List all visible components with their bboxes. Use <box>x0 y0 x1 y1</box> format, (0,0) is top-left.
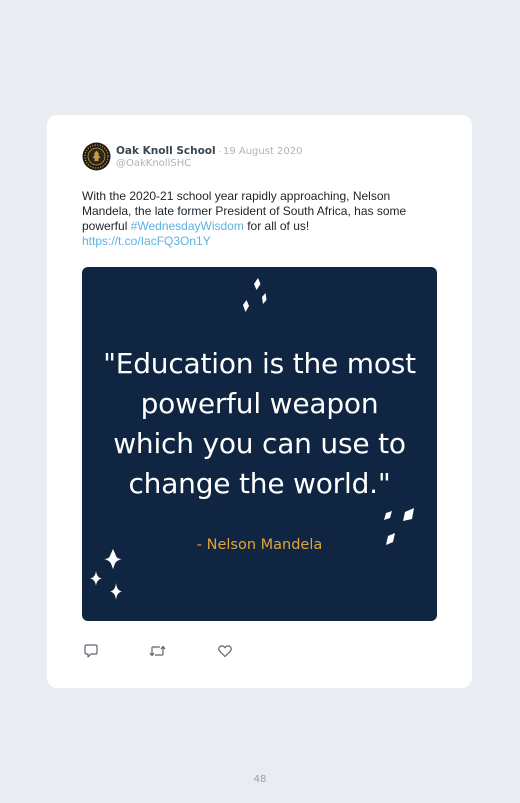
heart-icon <box>218 645 232 658</box>
school-seal-logo <box>82 142 111 171</box>
separator-dot: · <box>218 146 222 157</box>
tweet-actions <box>83 643 243 659</box>
avatar[interactable] <box>82 142 111 171</box>
tweet-date[interactable]: 19 August 2020 <box>223 146 303 157</box>
sparkle-icon <box>384 508 414 545</box>
tweet-text-end: for all of us! <box>243 219 310 233</box>
sparkle-icon <box>90 549 122 600</box>
hashtag-link[interactable]: #WednesdayWisdom <box>131 219 244 233</box>
sparkle-icon <box>243 278 267 312</box>
retweet-button[interactable] <box>149 643 166 659</box>
tweet-url-link[interactable]: https://t.co/IacFQ3On1Y <box>82 234 211 248</box>
retweet-icon <box>149 645 166 657</box>
author-handle[interactable]: @OakKnollSHC <box>116 158 191 170</box>
quote-image[interactable]: "Education is the most powerful weapon w… <box>82 267 437 621</box>
tweet-card: Oak Knoll School ·19 August 2020 @OakKnol… <box>47 115 472 688</box>
tweet-header: Oak Knoll School ·19 August 2020 @OakKnol… <box>82 142 442 174</box>
reply-button[interactable] <box>83 643 100 659</box>
author-line: Oak Knoll School ·19 August 2020 <box>116 145 303 158</box>
reply-icon <box>84 644 98 658</box>
like-button[interactable] <box>217 643 234 659</box>
quote-text: "Education is the most powerful weapon w… <box>103 347 416 500</box>
page-number: 48 <box>253 774 267 785</box>
author-name[interactable]: Oak Knoll School <box>116 145 216 157</box>
tweet-text: With the 2020-21 school year rapidly app… <box>82 189 434 249</box>
